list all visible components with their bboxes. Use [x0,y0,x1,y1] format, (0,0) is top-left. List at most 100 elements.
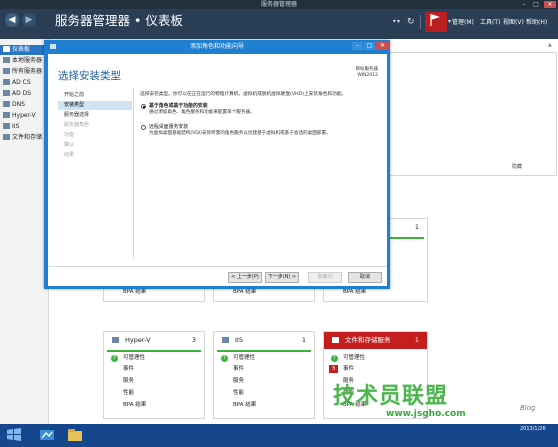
sidebar-item-file-storage[interactable]: 文件和存储 [0,133,48,143]
tile-row-manageability[interactable]: 可管理性 [343,354,365,362]
tile-row-bpa[interactable]: BPA 结果 [233,401,256,409]
sidebar-item-label: IIS [12,123,20,130]
windows-start-icon[interactable] [7,428,21,441]
dialog-window-controls: – □ ✕ [352,42,389,50]
wizard-description: 选择安装类型。你可以在正在运行的物理计算机、虚拟机或脱机虚拟硬盘(VHD)上安装… [140,92,347,97]
sidebar-item-hyper-v[interactable]: Hyper-V [0,111,48,121]
watermark-url: www.jsgho.com [386,409,466,419]
tile-row-manageability[interactable]: 可管理性 [233,354,255,362]
tile-row-events[interactable]: 事件 [343,365,354,373]
option-role-based-title[interactable]: 基于角色或基于功能的安装 [149,103,208,109]
maximize-icon[interactable]: □ [532,1,540,8]
file-explorer-taskbar-icon[interactable] [66,427,84,443]
minimize-icon[interactable]: – [520,1,528,8]
tile-row-bpa[interactable]: BPA 结果 [123,401,146,409]
menu-tools[interactable]: 工具(T) [480,18,500,27]
sidebar-item-label: AD DS [12,90,32,97]
tile-header[interactable]: Hyper-V [104,332,204,349]
option-remote-desktop-desc: 为虚拟桌面基础结构(VDI)安装所需的角色服务以创建基于虚拟机或基于会话的桌面部… [149,131,331,136]
watermark-blog: Blog [520,404,536,412]
tile-row-manageability[interactable]: 可管理性 [123,354,145,362]
role-icon [3,123,10,129]
tile-title: IIS [235,336,243,344]
wizard-step-server-roles: 服务器角色 [64,122,90,128]
radio-remote-desktop-install[interactable] [141,125,146,130]
maximize-icon[interactable]: □ [364,42,375,50]
watermark-text: 技术员联盟 [333,384,449,409]
sidebar-item-local-server[interactable]: 本地服务器 [0,56,48,66]
wizard-step-installation-type[interactable]: 安装类型 [58,101,132,110]
sidebar-item-ad-cs[interactable]: AD CS [0,78,48,88]
radio-role-based-install[interactable] [141,104,146,109]
tile-title: Hyper-V [125,336,151,344]
role-icon [222,337,229,343]
sidebar-item-all-servers[interactable]: 所有服务器 [0,67,48,77]
server-manager-taskbar-icon[interactable] [38,427,56,443]
tile-row-services[interactable]: 服务 [123,377,134,385]
server-icon [3,57,10,63]
window-title-bar: 服务器管理器 [0,0,558,9]
tile-row-events[interactable]: 事件 [123,365,134,373]
nav-divider [133,88,134,258]
error-count-badge: 3 [329,365,338,373]
tile-status-bar [217,350,311,352]
forward-button[interactable]: ▶ [22,13,36,27]
wizard-step-server-selection[interactable]: 服务器选择 [58,111,132,120]
wizard-page-heading: 选择安装类型 [58,70,121,82]
tile-count: 1 [301,336,306,344]
close-icon[interactable]: ✕ [376,42,389,50]
tile-header[interactable]: IIS [214,332,314,349]
menu-view[interactable]: 视图(V) [503,18,524,27]
sidebar-item-dashboard[interactable]: 仪表板 [0,45,48,55]
previous-button[interactable]: < 上一步(P) [228,272,262,283]
scroll-up-icon[interactable]: ▲ [548,42,552,48]
close-icon[interactable]: ✕ [544,1,556,8]
wizard-step-before-you-begin[interactable]: 开始之前 [58,91,132,100]
tile-hyper-v[interactable]: Hyper-V 3 ↑ 可管理性 事件 服务 性能 BPA 结果 [103,331,205,419]
button-bar-divider [48,266,387,267]
tile-status-bar [107,350,201,352]
tile-row-events[interactable]: 事件 [233,365,244,373]
option-role-based-desc: 通过添加角色、角色服务和功能来配置单个服务器。 [149,110,255,115]
role-icon [3,101,10,107]
minimize-icon[interactable]: – [352,42,363,50]
menu-manage[interactable]: 管理(M) [452,18,474,27]
sidebar-item-label: 文件和存储 [12,134,43,141]
status-ok-icon: ↑ [111,355,118,362]
role-icon [3,134,10,140]
sidebar-item-dns[interactable]: DNS [0,100,48,110]
back-button[interactable]: ◀ [5,13,19,27]
tile-row-performance[interactable]: 性能 [233,389,244,397]
tile-row-bpa[interactable]: BPA 结果 [233,288,256,296]
sidebar-item-iis[interactable]: IIS [0,122,48,132]
cancel-button[interactable]: 取消 [348,272,382,283]
chevron-down-icon[interactable]: ▾ [397,18,400,25]
option-remote-desktop-title[interactable]: 远程桌面服务安装 [149,124,188,130]
tile-title: 文件和存储服务 [345,336,391,344]
sidebar-item-label: AD CS [12,79,31,86]
next-button[interactable]: 下一步(N) > [265,272,299,283]
wizard-step-results: 结果 [64,152,75,158]
dialog-body [48,54,387,286]
menu-help[interactable]: 帮助(H) [526,18,547,27]
tile-iis[interactable]: IIS 1 ↑ 可管理性 事件 服务 性能 BPA 结果 [213,331,315,419]
tile-header[interactable]: 文件和存储服务 [324,332,427,349]
chevron-down-icon[interactable]: ▾ [448,18,451,25]
header-divider [420,15,421,29]
wizard-step-confirmation: 确认 [64,142,75,148]
tile-row-performance[interactable]: 性能 [123,389,134,397]
sidebar: 仪表板 本地服务器 所有服务器 AD CS AD DS DNS Hyper-V … [0,39,49,424]
install-button: 安装(I) [308,272,342,283]
tile-row-services[interactable]: 服务 [233,377,244,385]
tile-row-bpa[interactable]: BPA 结果 [123,288,146,296]
refresh-icon[interactable]: ↻ [407,17,415,28]
sidebar-item-label: Hyper-V [12,112,36,119]
role-icon [3,90,10,96]
dialog-title-bar[interactable]: 添加角色和功能向导 [44,40,390,53]
tile-row-bpa[interactable]: BPA 结果 [343,288,366,296]
hide-link[interactable]: 隐藏 [512,163,522,170]
sidebar-item-label: 所有服务器 [12,68,43,75]
status-ok-icon: ↑ [331,355,338,362]
sidebar-item-ad-ds[interactable]: AD DS [0,89,48,99]
page-title: 服务器管理器 • 仪表板 [55,13,183,28]
